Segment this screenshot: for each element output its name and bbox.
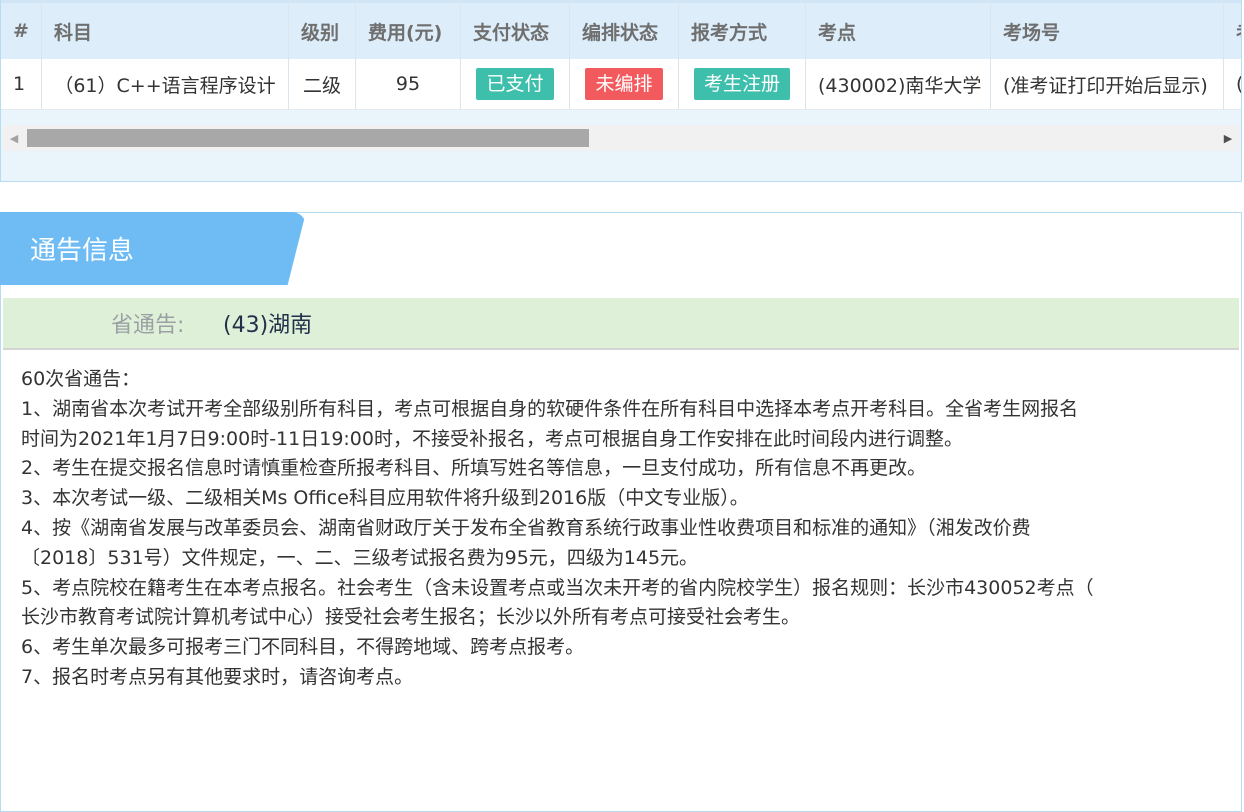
row-arrange-status-cell: 未编排 [570,59,679,110]
notice-line: 6、考生单次最多可报考三门不同科目，不得跨地域、跨考点报考。 [21,636,585,659]
column-header-pay-status: 支付状态 [461,3,570,59]
notice-body: 60次省通告： 1、湖南省本次考试开考全部级别所有科目，考点可根据自身的软硬件条… [21,365,1221,693]
notice-line: 60次省通告： [21,368,141,390]
horizontal-scrollbar[interactable]: ◀ ▶ [3,125,1239,151]
row-apply-method-cell: 考生注册 [679,59,806,110]
scroll-left-arrow-icon[interactable]: ◀ [3,125,25,151]
row-level: 二级 [289,59,356,110]
scroll-right-arrow-icon[interactable]: ▶ [1217,125,1239,151]
column-header-exam-room: 考场号 [991,3,1224,59]
notice-line: 3、本次考试一级、二级相关Ms Office科目应用软件将升级到2016版（中文… [21,487,749,510]
row-fee: 95 [356,59,461,110]
row-subject: （61）C++语言程序设计 [42,59,289,110]
notice-tab-title: 通告信息 [0,212,306,285]
column-header-arrange-status: 编排状态 [570,3,679,59]
column-header-level: 级别 [289,3,356,59]
notice-line: 5、考点院校在籍考生在本考点报名。社会考生（含未设置考点或当次未开考的省内院校学… [21,576,1094,599]
notice-line: 4、按《湖南省发展与改革委员会、湖南省财政厅关于发布全省教育系统行政事业性收费项… [21,516,1031,539]
table-row: 1 （61）C++语言程序设计 二级 95 已支付 未编排 考生注册 (4300… [1,59,1241,110]
notice-line: 〔2018〕531号）文件规定，一、二、三级考试报名费为95元，四级为145元。 [21,546,699,569]
scrollbar-thumb[interactable] [27,129,589,147]
notice-line: 7、报名时考点另有其他要求时，请咨询考点。 [21,665,414,688]
registration-table-panel: # 科目 级别 费用(元) 支付状态 编排状态 报考方式 考点 考场号 考 1 … [0,0,1242,182]
pay-status-badge: 已支付 [476,68,554,100]
column-header-apply-method: 报考方式 [679,3,806,59]
column-header-exam-site: 考点 [806,3,991,59]
column-header-subject: 科目 [42,3,289,59]
table-header-row: # 科目 级别 费用(元) 支付状态 编排状态 报考方式 考点 考场号 考 [1,0,1241,59]
row-pay-status-cell: 已支付 [461,59,570,110]
registration-table: # 科目 级别 费用(元) 支付状态 编排状态 报考方式 考点 考场号 考 1 … [1,0,1241,110]
apply-method-badge: 考生注册 [693,68,790,100]
column-header-fee: 费用(元) [356,3,461,59]
row-index: 1 [1,59,42,110]
notice-line: 时间为2021年1月7日9:00时-11日19:00时，不接受补报名，考点可根据… [21,427,963,450]
province-label: 省通告: [111,313,185,338]
province-notice-bar: 省通告: (43)湖南 [3,298,1239,350]
column-header-extra: 考 [1224,3,1241,59]
column-header-index: # [1,3,42,59]
row-exam-room: (准考证打印开始后显示) [991,59,1224,110]
row-extra: ( [1224,59,1241,110]
arrange-status-badge: 未编排 [585,68,663,100]
row-exam-site: (430002)南华大学 [806,59,991,110]
province-value: (43)湖南 [223,313,313,338]
notice-panel: 通告信息 省通告: (43)湖南 60次省通告： 1、湖南省本次考试开考全部级别… [0,212,1242,812]
notice-line: 长沙市教育考试院计算机考试中心）接受社会考生报名；长沙以外所有考点可接受社会考生… [21,606,801,629]
notice-line: 2、考生在提交报名信息时请慎重检查所报考科目、所填写姓名等信息，一旦支付成功，所… [21,457,927,480]
notice-line: 1、湖南省本次考试开考全部级别所有科目，考点可根据自身的软硬件条件在所有科目中选… [21,397,1079,420]
